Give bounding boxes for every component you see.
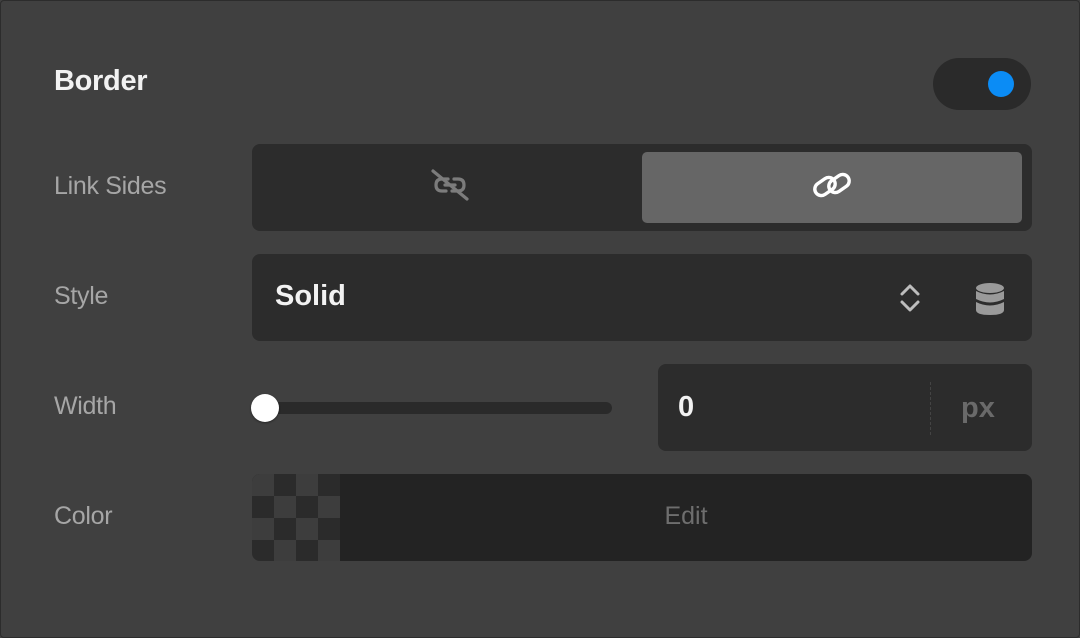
width-label: Width xyxy=(54,392,117,420)
database-icon[interactable] xyxy=(974,281,1006,322)
link-sides-label: Link Sides xyxy=(54,172,167,200)
link-icon xyxy=(809,165,855,210)
width-input[interactable] xyxy=(658,364,928,451)
color-edit-label: Edit xyxy=(664,502,708,530)
style-select[interactable]: Solid xyxy=(252,254,1032,341)
color-label: Color xyxy=(54,502,113,530)
link-sides-segmented-control xyxy=(252,144,1032,231)
style-label: Style xyxy=(54,282,109,310)
width-number-field: px xyxy=(658,364,1032,451)
unlink-sides-button[interactable] xyxy=(260,152,640,223)
section-title: Border xyxy=(54,65,148,97)
transparent-color-swatch xyxy=(252,474,340,561)
link-sides-button[interactable] xyxy=(642,152,1022,223)
style-select-value: Solid xyxy=(275,280,346,312)
toggle-knob xyxy=(988,71,1014,97)
color-picker-field[interactable]: Edit xyxy=(252,474,1032,561)
width-slider-track[interactable] xyxy=(263,402,612,414)
border-settings-panel: Border Link Sides Style Solid Width 0 px… xyxy=(0,0,1080,638)
border-enable-toggle[interactable] xyxy=(933,58,1031,110)
width-unit-selector[interactable]: px xyxy=(961,392,995,425)
width-slider-thumb[interactable] xyxy=(251,394,279,422)
unit-divider xyxy=(930,382,931,435)
unlink-icon xyxy=(427,165,473,210)
chevron-up-down-icon xyxy=(897,281,923,320)
